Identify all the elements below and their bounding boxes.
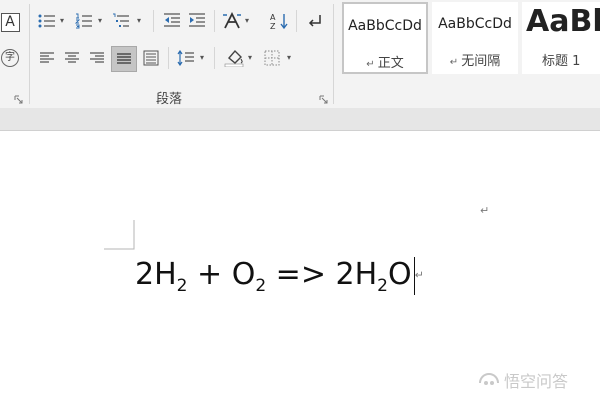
borders-dropdown-arrow[interactable]: ▾	[287, 54, 291, 62]
decrease-indent-icon	[164, 13, 180, 27]
increase-indent-icon	[189, 13, 205, 27]
style-name-wrap: ↵ 无间隔	[432, 50, 518, 69]
paragraph-dialog-launcher-icon[interactable]	[319, 95, 328, 104]
toolbar-separator	[214, 47, 215, 69]
bullets-button[interactable]	[36, 10, 58, 32]
align-left-icon	[40, 52, 54, 63]
toolbar-separator	[214, 10, 215, 32]
phonetic-guide-button[interactable]: 字	[0, 47, 20, 69]
style-normal[interactable]: AaBbCcDd ↵ 正文	[342, 2, 428, 74]
toolbar-separator	[168, 47, 169, 69]
toolbar-separator	[153, 10, 154, 32]
multilevel-list-button[interactable]	[110, 10, 132, 32]
font-dialog-launcher-icon[interactable]	[14, 95, 23, 104]
align-right-button[interactable]	[86, 47, 108, 69]
justify-button[interactable]	[111, 46, 137, 72]
line-spacing-dropdown-arrow[interactable]: ▾	[200, 54, 204, 62]
paragraph-mark: ↵	[480, 204, 490, 217]
text-style-icon: A	[0, 12, 20, 32]
align-right-icon	[90, 52, 104, 63]
chemical-equation[interactable]: 2H2 + O2 => 2H2O ↵	[135, 255, 424, 299]
decrease-indent-button[interactable]	[161, 10, 183, 32]
equation-part: + O	[187, 257, 256, 292]
align-left-button[interactable]	[36, 47, 58, 69]
numbering-dropdown-arrow[interactable]: ▾	[98, 17, 102, 25]
style-name: 无间隔	[461, 54, 501, 69]
group-separator	[29, 4, 30, 104]
sort-icon: AZ	[270, 13, 288, 30]
ribbon: A 字 ▾ ▾ ▾ ▾ AZ ▾ ▾ ▾ 段落 AaBbCcDd ↵ 正文 Aa…	[0, 0, 600, 109]
multilevel-dropdown-arrow[interactable]: ▾	[137, 17, 141, 25]
distributed-icon	[143, 50, 159, 66]
style-name: 标题 1	[542, 54, 581, 69]
chinese-layout-icon	[223, 12, 241, 29]
line-spacing-button[interactable]	[175, 47, 197, 69]
numbering-button[interactable]	[73, 10, 95, 32]
shading-button[interactable]	[223, 47, 245, 69]
watermark: 悟空问答	[478, 368, 568, 392]
equation-part: 2H	[135, 257, 177, 292]
distributed-button[interactable]	[140, 47, 162, 69]
equation-subscript: 2	[255, 276, 267, 296]
sort-button[interactable]: AZ	[268, 10, 290, 32]
phonetic-glyph: 字	[5, 52, 15, 63]
style-no-spacing[interactable]: AaBbCcDd ↵ 无间隔	[432, 2, 518, 74]
chinese-layout-dropdown-arrow[interactable]: ▾	[245, 17, 249, 25]
line-spacing-icon	[177, 50, 194, 66]
align-center-button[interactable]	[61, 47, 83, 69]
paragraph-mark: ↵	[414, 268, 424, 282]
chinese-layout-button[interactable]	[221, 10, 243, 32]
style-name-wrap: ↵ 正文	[344, 52, 426, 71]
bullets-dropdown-arrow[interactable]: ▾	[60, 17, 64, 25]
text-style-button[interactable]: A	[0, 11, 20, 33]
text-style-glyph: A	[5, 13, 15, 30]
watermark-text: 悟空问答	[504, 372, 569, 391]
shading-dropdown-arrow[interactable]: ▾	[248, 54, 252, 62]
watermark-logo-icon	[479, 372, 499, 385]
align-center-icon	[65, 52, 79, 63]
bullets-icon	[38, 14, 55, 28]
style-sample: AaBbCcDd	[438, 16, 512, 32]
paragraph-group-label: 段落	[156, 92, 183, 107]
svg-text:A: A	[270, 13, 276, 22]
borders-icon	[264, 50, 280, 66]
ruler-band	[0, 108, 600, 131]
toolbar-separator	[296, 10, 297, 32]
phonetic-guide-icon: 字	[1, 49, 19, 67]
equation-subscript: 2	[176, 276, 188, 296]
style-sample: AaBbCcDd	[348, 18, 422, 34]
numbering-icon	[75, 13, 92, 29]
style-heading-1[interactable]: AaBb 标题 1	[522, 2, 600, 74]
equation-part: O	[387, 257, 412, 292]
borders-button[interactable]	[261, 47, 283, 69]
equation-part: => 2H	[266, 257, 378, 292]
paragraph-mark-icon: ↵	[449, 57, 462, 68]
group-separator	[333, 4, 334, 104]
increase-indent-button[interactable]	[186, 10, 208, 32]
style-sample: AaBb	[526, 4, 600, 39]
show-marks-icon	[308, 15, 321, 27]
show-marks-button[interactable]	[303, 10, 325, 32]
shading-icon	[224, 49, 244, 67]
margin-corner-mark	[104, 220, 135, 250]
multilevel-list-icon	[113, 13, 129, 27]
equation-subscript: 2	[377, 276, 388, 296]
paragraph-mark-icon: ↵	[366, 59, 378, 70]
style-name: 正文	[377, 56, 404, 71]
svg-text:Z: Z	[270, 22, 276, 30]
justify-icon	[117, 53, 131, 64]
